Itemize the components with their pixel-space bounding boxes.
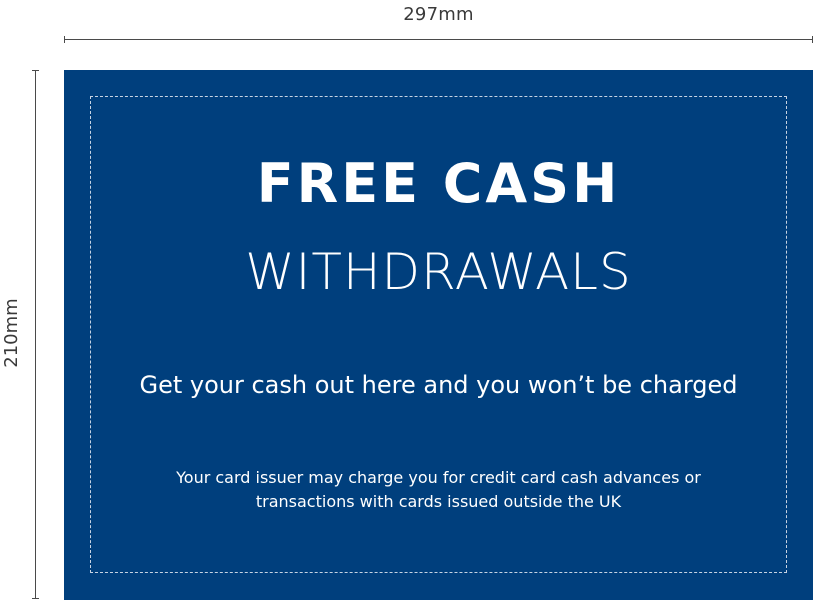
height-dimension-label: 210mm bbox=[1, 298, 22, 368]
poster-subheadline: WITHDRAWALS bbox=[245, 243, 632, 301]
height-dimension-line bbox=[32, 70, 39, 599]
poster-tagline: Get your cash out here and you won’t be … bbox=[139, 371, 738, 399]
width-dimension-label: 297mm bbox=[403, 4, 474, 25]
poster-headline: FREE CASH bbox=[256, 152, 621, 215]
width-dimension-line bbox=[64, 36, 813, 43]
poster: FREE CASH WITHDRAWALS Get your cash out … bbox=[64, 70, 813, 600]
poster-disclaimer: Your card issuer may charge you for cred… bbox=[176, 468, 701, 511]
